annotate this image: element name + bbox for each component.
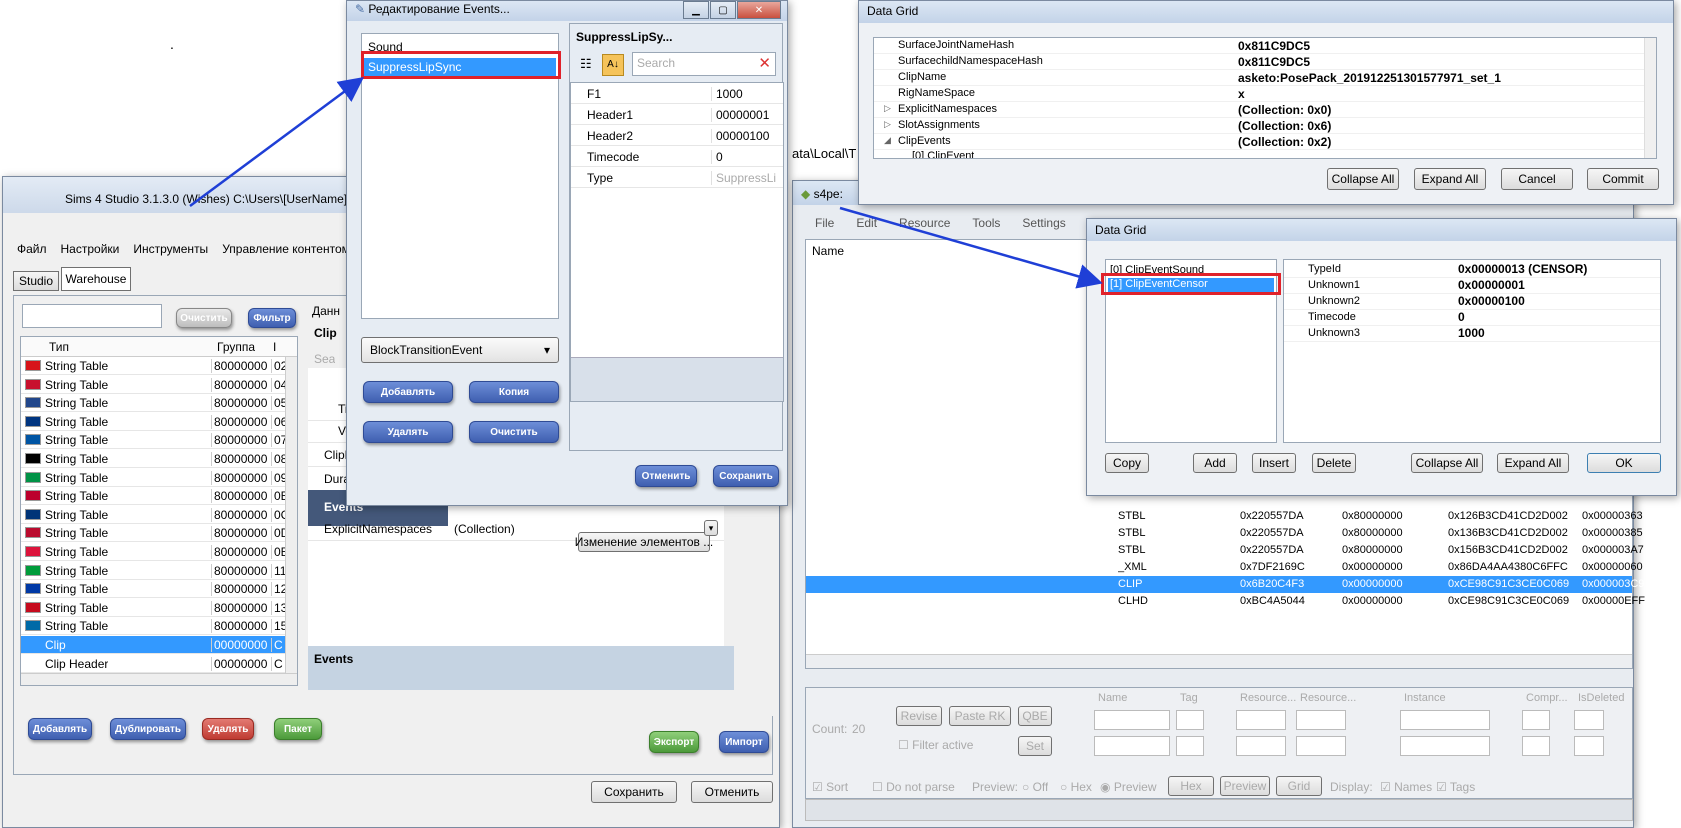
arrow-to-suppresslipsync [189, 77, 365, 208]
annotation-arrows [189, 77, 1103, 289]
arrow-to-clipeventcensor [839, 206, 1103, 289]
